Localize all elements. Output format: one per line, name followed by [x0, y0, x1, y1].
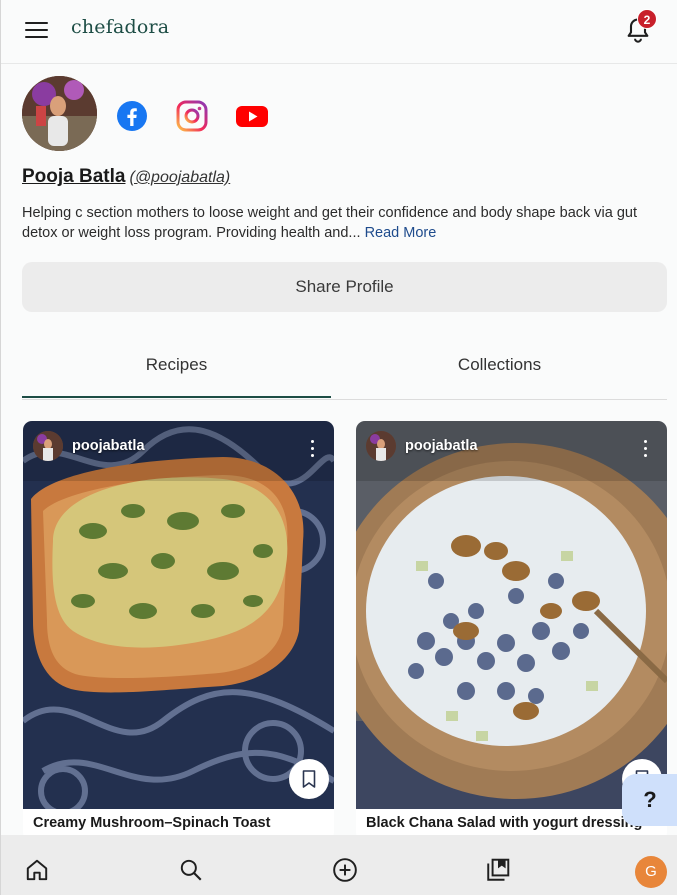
facebook-icon[interactable] — [116, 100, 148, 132]
recipe-image[interactable] — [356, 421, 667, 809]
profile-name[interactable]: Pooja Batla — [22, 166, 125, 187]
profile-tabs: Recipes Collections — [22, 338, 667, 400]
tab-collections[interactable]: Collections — [345, 338, 654, 398]
bottom-nav — [1, 835, 677, 895]
tab-recipes[interactable]: Recipes — [22, 338, 331, 398]
add-icon[interactable] — [332, 857, 358, 883]
menu-icon[interactable] — [25, 20, 49, 38]
app: chefadora 2 Pooja Batla (@poojabatla) He… — [0, 0, 677, 895]
recipe-title[interactable]: Black Chana Salad with yogurt dressing — [366, 815, 642, 831]
user-avatar-button[interactable]: G — [635, 856, 667, 888]
card-username[interactable]: poojabatla — [405, 438, 478, 454]
top-header: chefadora 2 — [1, 0, 677, 64]
profile-handle[interactable]: (@poojabatla) — [129, 169, 230, 186]
collections-icon[interactable] — [485, 857, 511, 883]
youtube-icon[interactable] — [236, 100, 268, 132]
help-button[interactable]: ? — [622, 774, 677, 826]
user-avatar[interactable] — [366, 431, 396, 461]
profile-name-row: Pooja Batla (@poojabatla) — [22, 166, 230, 188]
read-more-link[interactable]: Read More — [365, 225, 437, 241]
bookmark-icon — [302, 770, 316, 788]
more-options-icon[interactable] — [643, 439, 649, 459]
card-username[interactable]: poojabatla — [72, 438, 145, 454]
recipe-image[interactable] — [23, 421, 334, 809]
profile-bio: Helping c section mothers to loose weigh… — [22, 203, 667, 243]
search-icon[interactable] — [178, 857, 204, 883]
recipe-card[interactable]: poojabatla Black Chana Salad with yogurt… — [356, 421, 667, 841]
bio-text: Helping c section mothers to loose weigh… — [22, 205, 638, 241]
card-user[interactable]: poojabatla — [366, 431, 478, 461]
share-profile-button[interactable]: Share Profile — [22, 262, 667, 312]
home-icon[interactable] — [24, 857, 50, 883]
profile-avatar — [22, 76, 97, 151]
recipe-card[interactable]: poojabatla Creamy Mushroom–Spinach Toast — [23, 421, 334, 841]
user-avatar[interactable] — [33, 431, 63, 461]
more-options-icon[interactable] — [310, 439, 316, 459]
brand-logo[interactable]: chefadora — [71, 16, 169, 38]
card-user[interactable]: poojabatla — [33, 431, 145, 461]
notification-badge: 2 — [637, 9, 657, 29]
recipe-title[interactable]: Creamy Mushroom–Spinach Toast — [33, 815, 270, 831]
instagram-icon[interactable] — [176, 100, 208, 132]
bookmark-button[interactable] — [289, 759, 329, 799]
